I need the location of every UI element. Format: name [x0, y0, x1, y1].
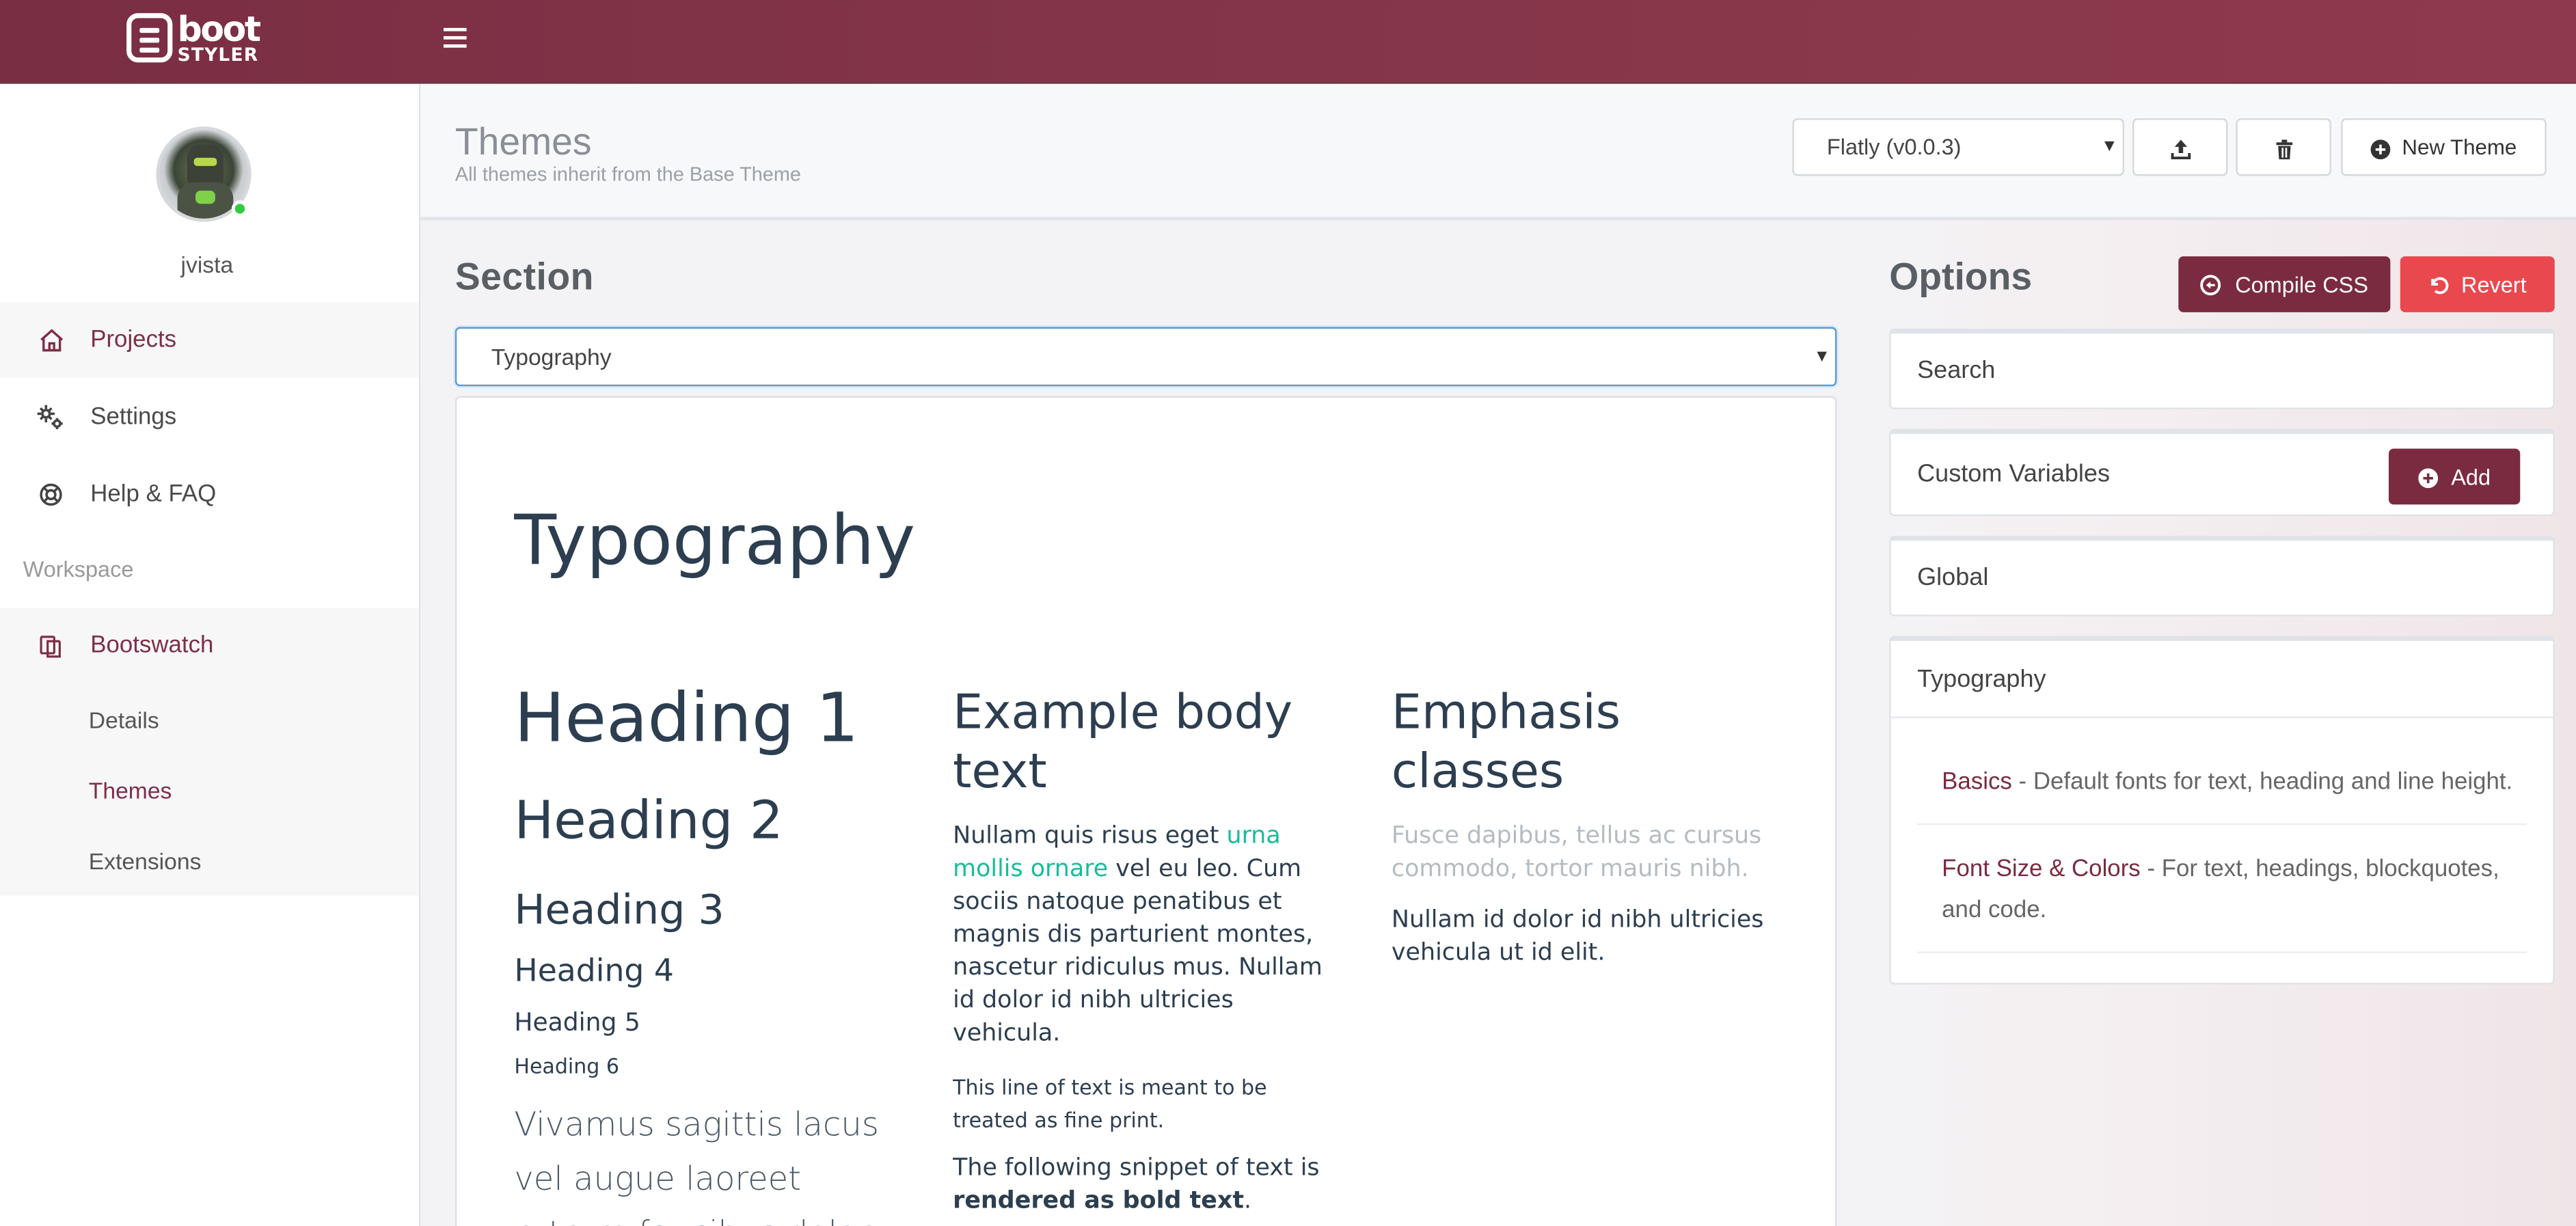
top-navbar: boot STYLER	[0, 0, 2576, 84]
logo-text-bottom: STYLER	[177, 43, 259, 65]
workspace-heading: Workspace	[23, 557, 134, 582]
logo-icon	[126, 13, 173, 63]
option-link-font-size-colors[interactable]: Font Size & Colors	[1942, 856, 2141, 882]
sidebar-item-label: Bootswatch	[90, 632, 214, 659]
preview-fine-print: This line of text is meant to be treated…	[953, 1074, 1267, 1132]
preview-emphasis-heading: Emphasis classes	[1391, 683, 1621, 799]
preview-heading-2: Heading 2	[514, 789, 783, 852]
options-heading: Options	[1889, 254, 2033, 298]
compile-css-label: Compile CSS	[2235, 271, 2368, 297]
sidebar-item-settings[interactable]: Settings	[0, 380, 419, 456]
page-subtitle: All themes inherit from the Base Theme	[455, 163, 801, 186]
revert-button[interactable]: Revert	[2400, 256, 2555, 312]
preview-title: Typography	[514, 500, 916, 580]
preview-body-paragraph: Nullam quis risus eget urna mollis ornar…	[953, 823, 1323, 1047]
online-status-indicator	[231, 200, 248, 217]
sidebar-item-bootswatch[interactable]: Bootswatch	[0, 608, 419, 684]
username: jvista	[180, 251, 234, 278]
options-panel-custom-variables[interactable]: Custom Variables Add	[1889, 428, 2555, 517]
plus-circle-icon	[2418, 464, 2439, 489]
new-theme-button[interactable]: New Theme	[2341, 118, 2547, 176]
new-theme-label: New Theme	[2402, 135, 2517, 160]
compile-css-button[interactable]: Compile CSS	[2178, 256, 2391, 312]
panel-title: Global	[1917, 563, 1989, 592]
bootstyler-logo[interactable]: boot STYLER	[126, 9, 261, 66]
preview-muted-text: Fusce dapibus, tellus ac cursus commodo,…	[1391, 823, 1762, 883]
sidebar-item-help[interactable]: Help & FAQ	[0, 457, 419, 533]
preview-body-heading: Example body text	[953, 683, 1293, 799]
upload-icon	[2169, 135, 2191, 159]
panel-title[interactable]: Typography	[1891, 641, 2553, 717]
section-select-value: Typography	[491, 343, 612, 370]
revert-label: Revert	[2461, 271, 2527, 297]
trash-icon	[2275, 135, 2292, 159]
copy-icon	[36, 631, 66, 660]
preview-heading-1: Heading 1	[514, 679, 859, 758]
hamburger-menu-icon[interactable]	[443, 25, 467, 48]
theme-select-value: Flatly (v0.0.3)	[1826, 135, 1962, 160]
preview-heading-6: Heading 6	[514, 1053, 620, 1078]
logo-text-top: boot	[177, 9, 261, 49]
preview-bold-paragraph: The following snippet of text is rendere…	[953, 1155, 1320, 1215]
preview-heading-3: Heading 3	[514, 886, 724, 934]
theme-select[interactable]: Flatly (v0.0.3)	[1792, 118, 2124, 176]
main-content: Themes All themes inherit from the Base …	[420, 83, 2576, 1226]
list-item[interactable]: Font Size & Colors - For text, headings,…	[1917, 825, 2527, 953]
preview-emphasis-text: Nullam id dolor id nibh ultricies vehicu…	[1391, 907, 1764, 967]
options-panel-typography: Typography Basics - Default fonts for te…	[1889, 636, 2555, 985]
home-icon	[36, 325, 66, 355]
sidebar-item-label: Help & FAQ	[90, 481, 217, 508]
sidebar-subitem-extensions[interactable]: Extensions	[0, 825, 419, 896]
undo-icon	[2428, 272, 2450, 297]
options-panel-global[interactable]: Global	[1889, 535, 2555, 616]
sidebar-item-projects[interactable]: Projects	[0, 302, 419, 379]
sidebar-item-label: Settings	[90, 404, 177, 431]
sidebar: jvista Projects Settings Help & FAQ Work…	[0, 83, 421, 1226]
gears-icon	[36, 403, 66, 432]
typography-options-list: Basics - Default fonts for text, heading…	[1890, 716, 2553, 983]
section-heading: Section	[455, 254, 594, 298]
panel-title: Search	[1917, 356, 1996, 385]
add-label: Add	[2451, 464, 2491, 489]
theme-preview-panel: Typography Heading 1 Heading 2 Heading 3…	[455, 396, 1837, 1226]
preview-heading-4: Heading 4	[514, 953, 675, 990]
preview-heading-5: Heading 5	[514, 1007, 640, 1037]
section-select[interactable]: Typography	[455, 327, 1837, 387]
chevron-down-icon	[2104, 141, 2115, 152]
delete-theme-button[interactable]	[2236, 118, 2331, 176]
sidebar-subitem-details[interactable]: Details	[0, 683, 419, 754]
avatar[interactable]	[156, 126, 252, 222]
arrow-circle-icon	[2201, 272, 2222, 297]
options-panel-search[interactable]: Search	[1889, 328, 2555, 409]
sidebar-item-label: Projects	[90, 327, 177, 354]
chevron-down-icon	[1817, 351, 1827, 362]
life-ring-icon	[36, 480, 66, 509]
option-link-basics[interactable]: Basics	[1942, 769, 2012, 795]
add-variable-button[interactable]: Add	[2388, 448, 2521, 505]
preview-lead-text: Vivamus sagittis lacus vel augue laoreet…	[514, 1104, 879, 1226]
upload-theme-button[interactable]	[2132, 118, 2228, 176]
preview-bold-text: rendered as bold text	[953, 1188, 1245, 1215]
list-item[interactable]: Basics - Default fonts for text, heading…	[1917, 718, 2527, 826]
page-header: Themes All themes inherit from the Base …	[420, 83, 2576, 221]
sidebar-subitem-themes[interactable]: Themes	[0, 754, 419, 826]
page-title: Themes	[455, 120, 592, 163]
plus-circle-icon	[2370, 135, 2391, 159]
